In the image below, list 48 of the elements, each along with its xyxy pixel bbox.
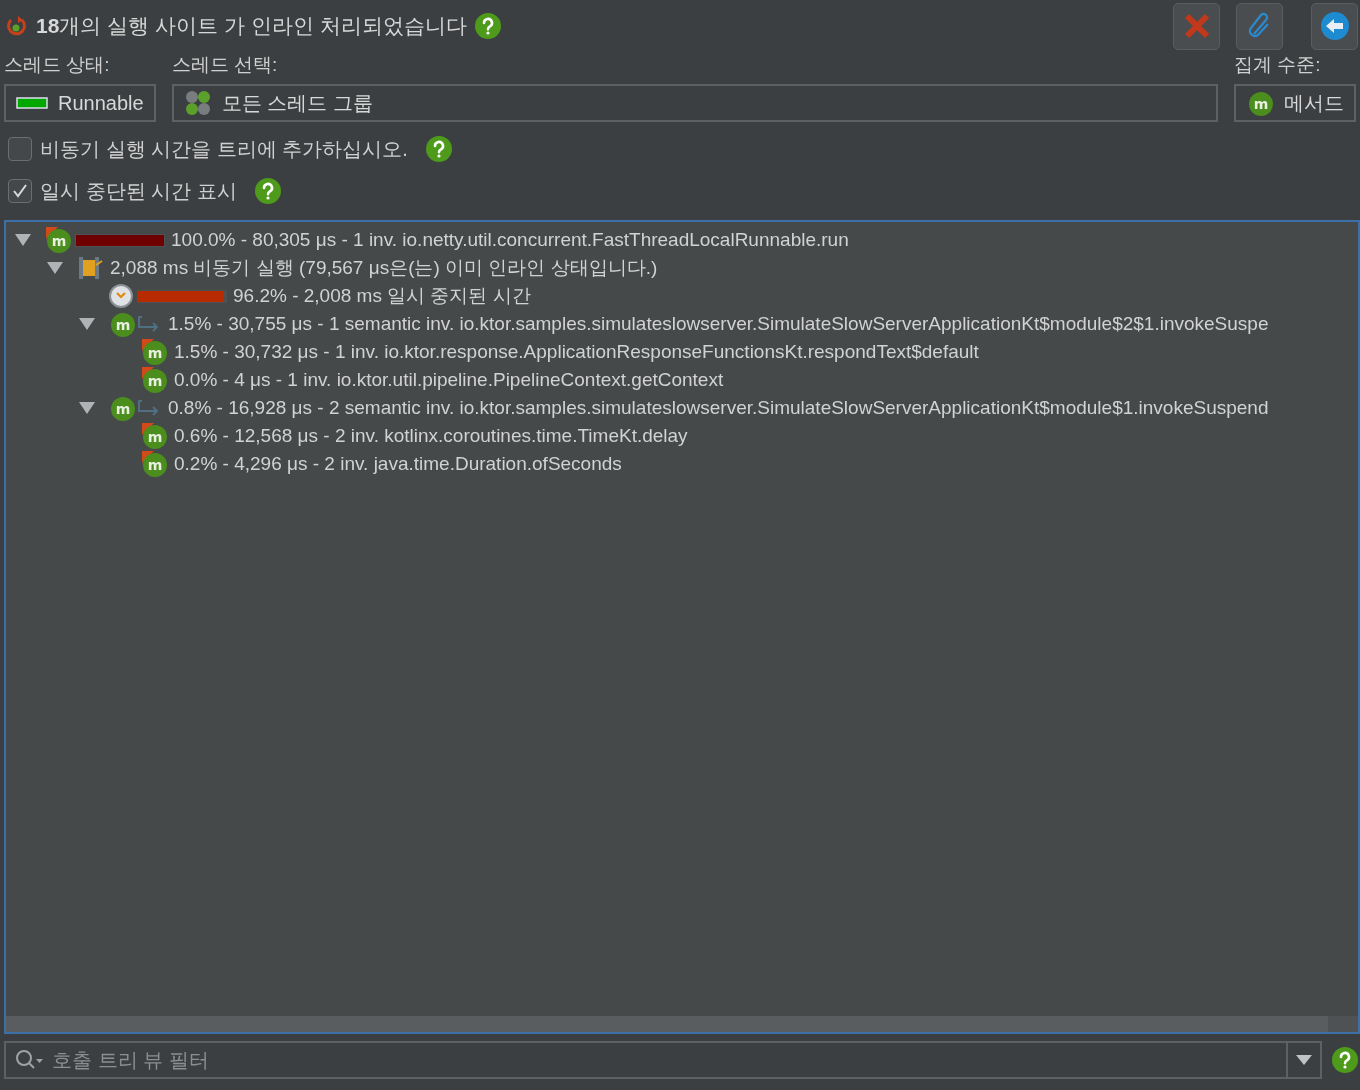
expanded-arrow-icon[interactable] [46,261,64,275]
filter-input[interactable]: 호출 트리 뷰 필터 [50,1047,1286,1073]
call-tree-node[interactable]: 0.8% - 16,928 μs - 2 semantic inv. io.ktor.samples.simulateslowserver.SimulateSlowServerApplicationKt$module$1.invokeSuspend [168,397,1269,419]
option-label: 비동기 실행 시간을 트리에 추가하십시오. [40,136,408,162]
aggregation-label: 집계 수준: [1234,53,1322,77]
thread-state-label: 스레드 상태: [4,53,111,77]
call-tree-node[interactable]: 96.2% - 2,008 ms 일시 중지된 시간 [233,283,531,309]
method-icon: m [140,367,168,393]
help-icon[interactable] [425,136,452,162]
expanded-arrow-icon[interactable] [78,401,96,415]
help-icon[interactable] [1332,1047,1358,1073]
help-icon[interactable] [474,13,501,39]
horizontal-scrollbar[interactable] [6,1016,1358,1032]
call-tree-node[interactable]: 0.6% - 12,568 μs - 2 inv. kotlinx.coroutines.time.TimeKt.delay [174,425,688,447]
spool-icon [76,255,104,281]
call-tree-node[interactable]: 2,088 ms 비동기 실행 (79,567 μs은(는) 이미 인라인 상태입니다.) [110,255,658,281]
method-icon: m [44,227,72,253]
filter-field[interactable]: 호출 트리 뷰 필터 [4,1041,1322,1079]
thread-select-label: 스레드 선택: [171,53,279,77]
call-tree-node[interactable]: 1.5% - 30,755 μs - 1 semantic inv. io.ktor.samples.simulateslowserver.SimulateSlowServerApplicationKt$module$2$1.invokeSuspe [168,313,1269,335]
inlined-call-sites-title: 18개의 실행 사이트 가 인라인 처리되었습니다 [36,13,467,39]
expanded-arrow-icon[interactable] [78,317,96,331]
option-label: 일시 중단된 시간 표시 [40,178,237,204]
checkbox[interactable] [8,137,32,161]
thread-state-dropdown[interactable]: Runnable [4,84,156,122]
call-tree-node[interactable]: 100.0% - 80,305 μs - 1 inv. io.netty.util.concurrent.FastThreadLocalRunnable.run [171,229,849,251]
caret-icon [1296,1055,1312,1065]
method-icon: m [108,311,136,337]
refresh-icon [4,14,28,38]
attach-button[interactable] [1236,2,1283,50]
aggregation-dropdown[interactable]: m 메서드 [1234,84,1356,122]
help-icon[interactable] [254,178,281,204]
clock-icon [108,283,134,309]
method-icon: m [140,339,168,365]
call-tree-node[interactable]: 1.5% - 30,732 μs - 1 inv. io.ktor.response.ApplicationResponseFunctionsKt.respondText$default [174,341,979,363]
call-tree-node[interactable]: 0.0% - 4 μs - 1 inv. io.ktor.util.pipeline.PipelineContext.getContext [174,369,724,391]
method-icon: m [108,395,136,421]
thread-select-dropdown[interactable]: 모든 스레드 그룹 [171,84,1218,122]
back-button[interactable] [1311,2,1358,50]
expanded-arrow-icon[interactable] [14,233,32,247]
call-tree-node[interactable]: 0.2% - 4,296 μs - 2 inv. java.time.Duration.ofSeconds [174,453,622,475]
method-icon: m [1246,90,1274,116]
method-icon: m [140,451,168,477]
checkbox[interactable] [8,179,32,203]
method-icon: m [140,423,168,449]
thread-group-icon [183,89,212,117]
close-icon [1182,12,1211,40]
checkmark-icon [12,183,28,199]
